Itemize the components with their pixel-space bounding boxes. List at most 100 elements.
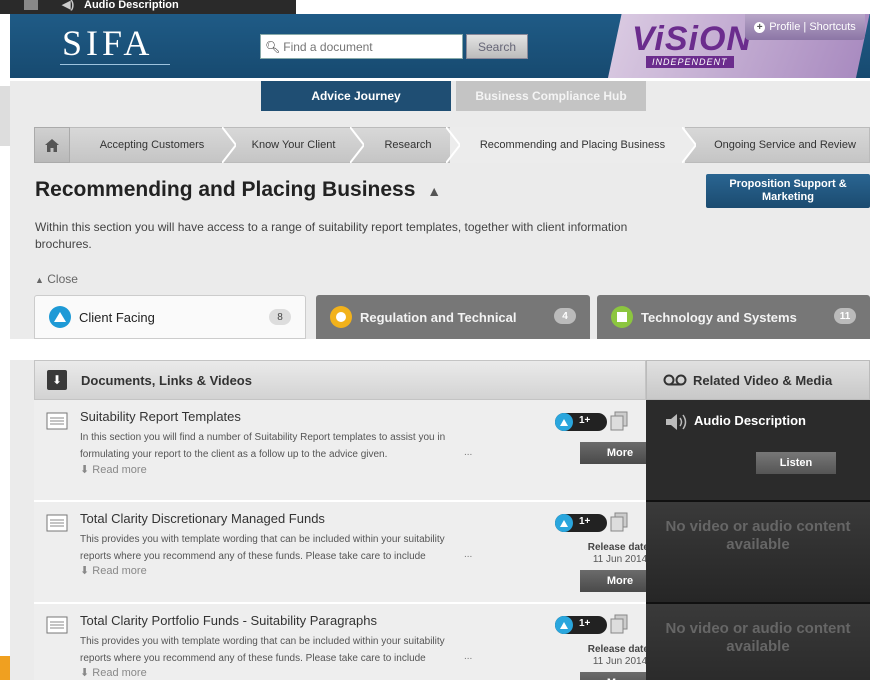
copy-icon[interactable] bbox=[610, 411, 628, 431]
media-panel-title: Related Video & Media bbox=[693, 372, 833, 388]
breadcrumb-item-research[interactable]: Research bbox=[366, 127, 450, 163]
chevron-right-icon bbox=[446, 127, 460, 163]
tab-regulation-technical[interactable]: Regulation and Technical 4 bbox=[316, 295, 590, 339]
tab-client-facing[interactable]: Client Facing 8 bbox=[34, 295, 306, 339]
search-button[interactable]: Search bbox=[466, 34, 528, 59]
client-facing-badge: 1+ bbox=[555, 413, 607, 431]
tab-business-compliance-hub[interactable]: Business Compliance Hub bbox=[456, 81, 646, 111]
release-date-value: 11 Jun 2014 bbox=[592, 554, 648, 565]
speaker-icon: ◀) bbox=[62, 0, 75, 11]
document-row[interactable]: Total Clarity Portfolio Funds - Suitabil… bbox=[34, 604, 660, 680]
search-input[interactable] bbox=[283, 39, 462, 54]
document-description: This provides you with template wording … bbox=[80, 531, 480, 565]
read-more-label: Read more bbox=[92, 565, 147, 577]
voicemail-icon bbox=[663, 374, 687, 386]
speaker-icon bbox=[666, 414, 687, 430]
read-more-link[interactable]: ⬇︎ Read more bbox=[80, 463, 147, 476]
tab-advice-journey[interactable]: Advice Journey bbox=[261, 81, 451, 111]
no-media-message: No video or audio content available bbox=[665, 620, 851, 655]
ellipsis: ... bbox=[464, 549, 473, 560]
main-window: SIFA 🔍︎ Search ViSiON INDEPENDENT + Prof… bbox=[10, 14, 870, 680]
triangle-icon bbox=[555, 514, 573, 532]
background-white-area bbox=[296, 0, 870, 14]
background-audio-label: Audio Description bbox=[84, 0, 179, 11]
home-icon bbox=[45, 138, 59, 152]
release-date-label: Release date: bbox=[587, 542, 653, 553]
triangle-icon bbox=[555, 616, 573, 634]
document-title[interactable]: Suitability Report Templates bbox=[80, 409, 241, 424]
section-divider bbox=[10, 339, 870, 360]
caret-up-icon: ▲ bbox=[35, 275, 44, 285]
close-label: Close bbox=[47, 272, 78, 286]
client-facing-icon bbox=[49, 306, 71, 328]
client-facing-badge: 1+ bbox=[555, 514, 607, 532]
triangle-icon bbox=[555, 413, 573, 431]
media-panel-header: Related Video & Media bbox=[646, 360, 870, 400]
release-date-label: Release date: bbox=[587, 644, 653, 655]
tab-label: Client Facing bbox=[79, 309, 155, 325]
chevron-down-icon: ⬇︎ bbox=[80, 565, 90, 577]
badge-label: 1+ bbox=[579, 516, 591, 527]
breadcrumb-item-know-your-client[interactable]: Know Your Client bbox=[236, 127, 351, 163]
description-line: reports where you recommend any of these… bbox=[80, 653, 426, 664]
chevron-right-icon bbox=[350, 127, 364, 163]
breadcrumb-item-ongoing-service[interactable]: Ongoing Service and Review bbox=[700, 127, 870, 163]
read-more-link[interactable]: ⬇︎ Read more bbox=[80, 564, 147, 577]
audio-description-title: Audio Description bbox=[694, 413, 806, 428]
profile-shortcuts-label: Profile | Shortcuts bbox=[769, 21, 856, 33]
tab-label: Technology and Systems bbox=[641, 309, 797, 325]
search-icon: 🔍︎ bbox=[265, 39, 281, 54]
read-more-label: Read more bbox=[92, 464, 147, 476]
description-line: This provides you with template wording … bbox=[80, 534, 445, 545]
document-row[interactable]: Total Clarity Discretionary Managed Fund… bbox=[34, 502, 660, 604]
technology-icon bbox=[611, 306, 633, 328]
home-button[interactable] bbox=[34, 127, 70, 163]
chevron-down-icon: ⬇︎ bbox=[80, 464, 90, 476]
page-title-text: Recommending and Placing Business bbox=[35, 178, 416, 201]
documents-panel-header: ⬇︎ Documents, Links & Videos bbox=[34, 360, 646, 400]
tab-label: Regulation and Technical bbox=[360, 309, 517, 325]
media-item-empty: No video or audio content available bbox=[646, 604, 870, 680]
regulation-icon bbox=[330, 306, 352, 328]
document-description: In this section you will find a number o… bbox=[80, 429, 480, 463]
read-more-link[interactable]: ⬇︎ Read more bbox=[80, 666, 147, 679]
document-icon bbox=[46, 514, 68, 532]
document-icon bbox=[46, 412, 68, 430]
copy-icon[interactable] bbox=[610, 512, 628, 532]
media-item-audio: Audio Description Listen bbox=[646, 400, 870, 502]
background-square-icon bbox=[24, 0, 38, 10]
no-media-message: No video or audio content available bbox=[665, 518, 851, 553]
collapse-caret-icon[interactable]: ▲︎ bbox=[427, 183, 441, 199]
document-title[interactable]: Total Clarity Discretionary Managed Fund… bbox=[80, 511, 325, 526]
description-line: formulating your report to the client as… bbox=[80, 449, 388, 460]
badge-label: 1+ bbox=[579, 618, 591, 629]
count-badge: 8 bbox=[269, 309, 291, 325]
ellipsis: ... bbox=[464, 447, 473, 458]
copy-icon[interactable] bbox=[610, 614, 628, 634]
breadcrumb-item-recommending[interactable]: Recommending and Placing Business bbox=[460, 127, 685, 163]
count-badge: 11 bbox=[834, 308, 856, 324]
download-icon[interactable]: ⬇︎ bbox=[47, 370, 67, 390]
tab-technology-systems[interactable]: Technology and Systems 11 bbox=[597, 295, 870, 339]
client-facing-badge: 1+ bbox=[555, 616, 607, 634]
background-left-fragment bbox=[0, 86, 10, 146]
description-line: This provides you with template wording … bbox=[80, 636, 445, 647]
description-line: reports where you recommend any of these… bbox=[80, 551, 426, 562]
profile-shortcuts-button[interactable]: + Profile | Shortcuts bbox=[745, 14, 865, 40]
close-link[interactable]: ▲ Close bbox=[35, 272, 78, 286]
plus-icon: + bbox=[754, 21, 766, 33]
document-icon bbox=[46, 616, 68, 634]
read-more-label: Read more bbox=[92, 667, 147, 679]
listen-button[interactable]: Listen bbox=[756, 452, 836, 474]
chevron-right-icon bbox=[682, 127, 696, 163]
ellipsis: ... bbox=[464, 651, 473, 662]
description-line: In this section you will find a number o… bbox=[80, 432, 446, 443]
chevron-right-icon bbox=[222, 127, 236, 163]
search-field[interactable]: 🔍︎ bbox=[260, 34, 463, 59]
screenshot-stage: ◀) Audio Description SIFA 🔍︎ Search ViSi… bbox=[0, 0, 870, 680]
document-title[interactable]: Total Clarity Portfolio Funds - Suitabil… bbox=[80, 613, 377, 628]
breadcrumb-item-accepting-customers[interactable]: Accepting Customers bbox=[72, 127, 232, 163]
document-row[interactable]: Suitability Report Templates In this sec… bbox=[34, 400, 660, 502]
sifa-logo[interactable]: SIFA bbox=[62, 22, 153, 64]
proposition-support-button[interactable]: Proposition Support & Marketing bbox=[706, 174, 870, 208]
